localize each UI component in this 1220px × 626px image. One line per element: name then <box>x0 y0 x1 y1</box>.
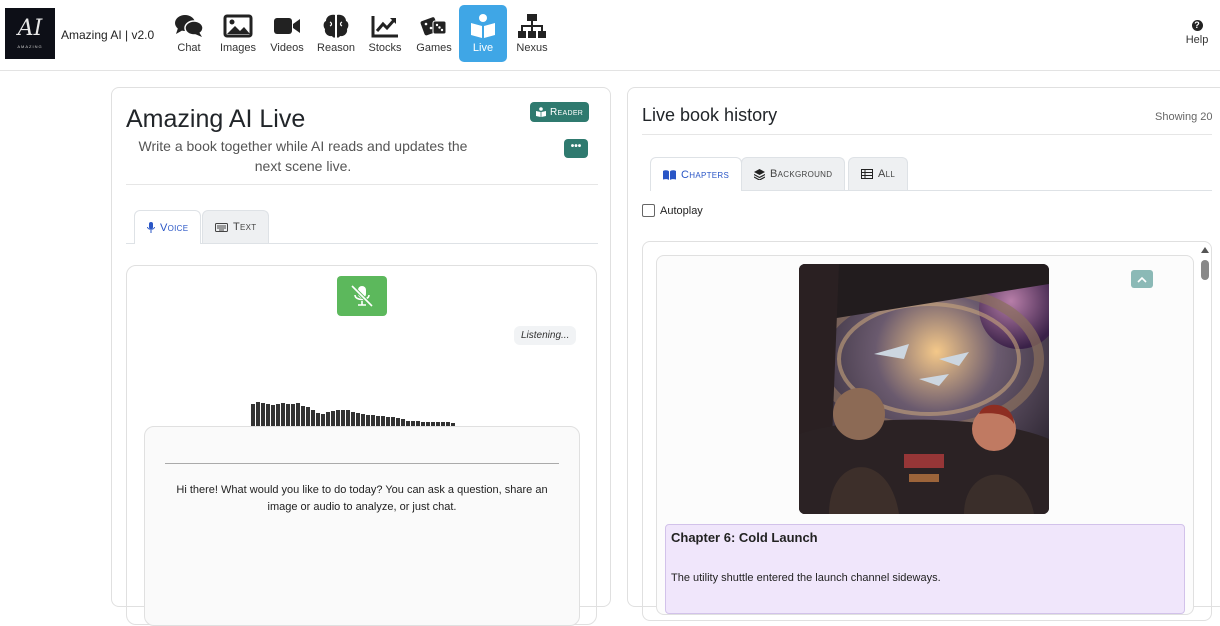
top-navbar: AI AMAZING Amazing AI | v2.0 Chat Images <box>0 0 1220 71</box>
reader-label: Reader <box>550 106 584 118</box>
listening-status: Listening... <box>514 326 577 345</box>
nav-games[interactable]: Games <box>410 5 458 62</box>
collapse-entry-button[interactable] <box>1131 270 1153 288</box>
nav-label: Live <box>472 42 494 54</box>
history-scrollbar[interactable] <box>1200 245 1210 619</box>
tab-label: All <box>878 168 896 180</box>
divider <box>126 184 598 185</box>
history-list: Chapter 6: Cold Launch The utility shutt… <box>642 241 1212 621</box>
tab-voice[interactable]: Voice <box>134 210 202 244</box>
microphone-slash-icon <box>350 285 374 307</box>
nav-nexus[interactable]: Nexus <box>508 5 556 62</box>
tab-label: Text <box>233 221 257 233</box>
tab-chapters[interactable]: Chapters <box>650 157 743 191</box>
app-logo[interactable]: AI AMAZING <box>5 8 55 59</box>
tab-label: Chapters <box>681 168 730 181</box>
brain-icon <box>323 14 349 38</box>
microphone-icon <box>147 222 155 233</box>
scene-illustration[interactable] <box>799 264 1049 514</box>
logo-subtext: AMAZING <box>17 44 43 49</box>
scroll-up-arrow-icon[interactable] <box>1201 247 1209 253</box>
reader-icon <box>536 107 546 117</box>
chat-icon <box>175 15 204 37</box>
history-count: Showing 20 <box>1155 111 1213 123</box>
nav-label: Chat <box>177 42 201 54</box>
help-label: Help <box>1185 34 1209 46</box>
tab-label: Background <box>770 168 833 180</box>
help-button[interactable]: ? Help <box>1182 20 1212 46</box>
chapter-text: The utility shuttle entered the launch c… <box>671 572 941 584</box>
autoplay-toggle[interactable]: Autoplay <box>642 204 703 217</box>
tab-background[interactable]: Background <box>741 157 846 190</box>
tab-label: Voice <box>160 221 189 234</box>
layers-icon <box>754 168 765 180</box>
keyboard-icon <box>215 222 228 232</box>
nav-chat[interactable]: Chat <box>165 5 213 62</box>
scroll-thumb[interactable] <box>1201 260 1209 280</box>
image-icon <box>223 14 253 38</box>
nav-label: Reason <box>317 42 355 54</box>
tab-all[interactable]: All <box>848 157 909 190</box>
logo-mark: AI <box>17 16 43 41</box>
main-nav: Chat Images Videos Reason Stocks Games L… <box>165 5 557 62</box>
input-mode-tabs: Voice Text <box>126 210 598 244</box>
chat-transcript: Hi there! What would you like to do toda… <box>144 426 580 626</box>
history-tabs: Chapters Background All <box>650 157 1212 191</box>
autoplay-label: Autoplay <box>660 204 703 217</box>
nav-label: Games <box>416 42 452 54</box>
more-options-button[interactable]: ••• <box>564 139 588 158</box>
live-session-card: Amazing AI Live Write a book together wh… <box>111 87 611 626</box>
nav-stocks[interactable]: Stocks <box>361 5 409 62</box>
voice-panel: Listening... Hi there! What would you li… <box>126 265 597 626</box>
divider <box>165 463 559 464</box>
book-reader-icon <box>471 14 495 38</box>
nav-label: Videos <box>270 42 304 54</box>
question-icon: ? <box>1191 20 1203 31</box>
table-icon <box>861 169 873 179</box>
assistant-message: Hi there! What would you like to do toda… <box>176 484 548 513</box>
scene-image <box>799 264 1049 514</box>
video-icon <box>274 18 300 34</box>
chevron-up-icon <box>1137 276 1147 283</box>
chapter-text-box: Chapter 6: Cold Launch The utility shutt… <box>665 524 1185 614</box>
nav-label: Images <box>219 42 257 54</box>
tab-text[interactable]: Text <box>202 210 270 243</box>
nav-videos[interactable]: Videos <box>263 5 311 62</box>
autoplay-checkbox[interactable] <box>642 204 655 217</box>
book-open-icon <box>663 169 676 180</box>
network-icon <box>518 14 546 38</box>
dice-icon <box>420 17 447 36</box>
nav-live[interactable]: Live <box>459 5 507 62</box>
nav-label: Nexus <box>516 42 548 54</box>
nav-images[interactable]: Images <box>214 5 262 62</box>
mute-mic-button[interactable] <box>337 276 387 316</box>
book-history-card: Live book history Showing 20 Chapters Ba… <box>627 87 1220 621</box>
page-subtitle: Write a book together while AI reads and… <box>138 138 468 174</box>
nav-label: Stocks <box>368 42 402 54</box>
page-title: Amazing AI Live <box>126 105 306 133</box>
chart-line-icon <box>371 16 398 38</box>
history-title: Live book history <box>642 105 778 125</box>
chapter-title: Chapter 6: Cold Launch <box>671 530 818 545</box>
divider <box>642 134 1212 135</box>
reader-button[interactable]: Reader <box>530 102 590 122</box>
nav-reason[interactable]: Reason <box>312 5 360 62</box>
app-brand: Amazing AI | v2.0 <box>61 28 155 42</box>
chapter-entry: Chapter 6: Cold Launch The utility shutt… <box>656 255 1194 615</box>
